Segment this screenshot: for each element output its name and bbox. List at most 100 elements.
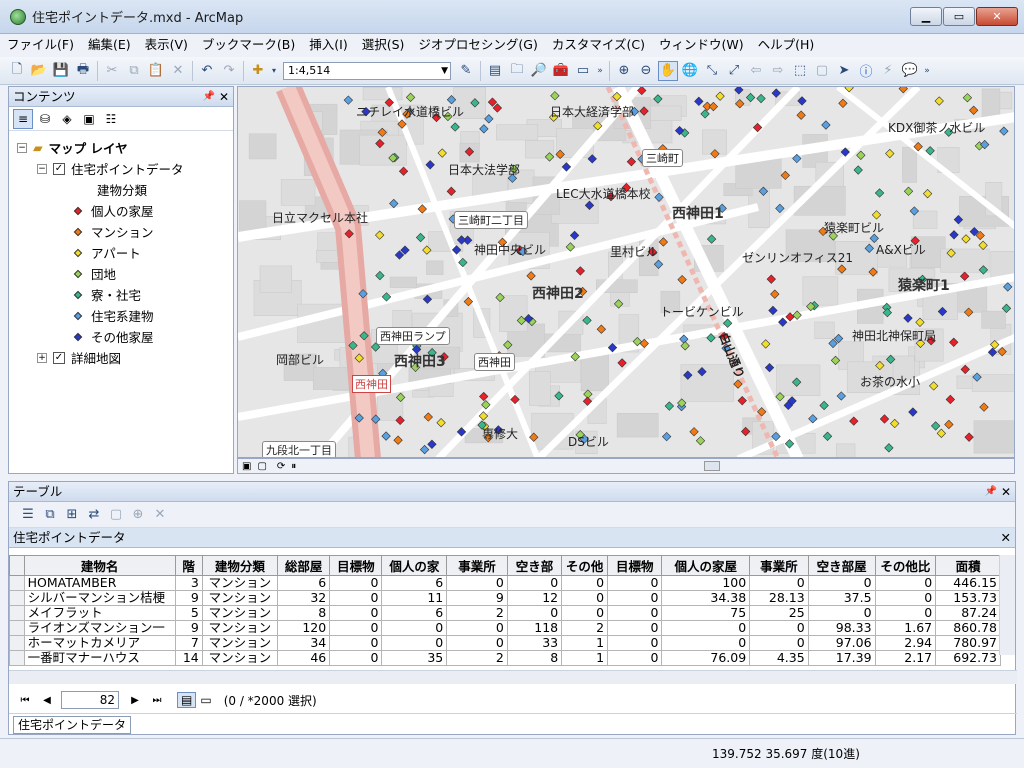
- delete-selected-icon[interactable]: ✕: [150, 505, 170, 525]
- menu-item[interactable]: カスタマイズ(C): [545, 34, 652, 56]
- pause-drawing-icon[interactable]: ⏸: [291, 461, 296, 472]
- menu-item[interactable]: ヘルプ(H): [751, 34, 822, 56]
- previous-record-icon[interactable]: ◀: [39, 695, 55, 706]
- catalog-window-icon[interactable]: 🗀: [507, 61, 527, 81]
- close-button[interactable]: ✕: [976, 7, 1018, 26]
- copy-icon[interactable]: ⧉: [124, 61, 144, 81]
- forward-extent-icon[interactable]: ⇨: [768, 61, 788, 81]
- table-cell[interactable]: 46: [276, 650, 331, 666]
- table-cell[interactable]: 28.13: [749, 590, 809, 606]
- table-cell[interactable]: 0: [329, 590, 383, 606]
- table-cell[interactable]: 8: [276, 605, 331, 621]
- table-options-icon[interactable]: ☰: [18, 505, 38, 525]
- select-features-icon[interactable]: ⬚: [790, 61, 810, 81]
- table-row[interactable]: ライオンズマンション一 9 マンション 120 0 0 0 118 2 0 0 0 98.33 1.67 8…: [9, 620, 1001, 636]
- table-cell[interactable]: 120: [276, 620, 331, 636]
- pan-hand-icon[interactable]: ✋: [658, 60, 678, 81]
- table-cell[interactable]: シルバーマンション桔梗: [23, 590, 176, 606]
- table-cell[interactable]: 0: [381, 635, 448, 651]
- zoom-out-icon[interactable]: ⊖: [636, 61, 656, 81]
- toolbar-overflow-icon[interactable]: »: [595, 61, 605, 81]
- table-cell[interactable]: マンション: [201, 575, 278, 591]
- column-header[interactable]: 総部屋: [276, 555, 331, 576]
- table-cell[interactable]: 25: [749, 605, 809, 621]
- list-by-visibility-icon[interactable]: ◈: [57, 109, 77, 129]
- pin-icon[interactable]: 📌: [203, 87, 215, 107]
- close-icon[interactable]: ✕: [1001, 482, 1011, 502]
- select-elements-arrow-icon[interactable]: ➤: [834, 61, 854, 81]
- print-icon[interactable]: 🖶: [73, 61, 93, 81]
- refresh-icon[interactable]: ⟳: [277, 461, 285, 472]
- table-row[interactable]: 一番町マナーハウス 14 マンション 46 0 35 2 8 1 0 76.09 4.35 17.39 2…: [9, 650, 1001, 666]
- table-cell[interactable]: 87.24: [935, 605, 1001, 621]
- table-cell[interactable]: 6: [276, 575, 331, 591]
- fixed-zoom-in-icon[interactable]: ⤡: [702, 61, 722, 81]
- current-record-input[interactable]: 82: [61, 691, 119, 709]
- table-cell[interactable]: 0: [329, 575, 383, 591]
- row-selector[interactable]: [9, 575, 25, 591]
- maximize-button[interactable]: ▭: [943, 7, 975, 26]
- list-by-drawing-order-icon[interactable]: ≡: [13, 108, 33, 129]
- table-cell[interactable]: 75: [661, 605, 751, 621]
- collapse-icon[interactable]: −: [37, 163, 47, 174]
- table-cell[interactable]: 118: [506, 620, 563, 636]
- table-cell[interactable]: 2: [446, 650, 508, 666]
- python-window-icon[interactable]: ▭: [573, 61, 593, 81]
- vertical-scrollbar[interactable]: [999, 555, 1015, 655]
- redo-icon[interactable]: ↷: [219, 61, 239, 81]
- open-folder-icon[interactable]: 📂: [29, 61, 49, 81]
- list-by-selection-icon[interactable]: ▣: [79, 109, 99, 129]
- related-tables-icon[interactable]: ⧉: [40, 505, 60, 525]
- first-record-icon[interactable]: ⏮: [17, 695, 33, 706]
- table-cell[interactable]: 153.73: [935, 590, 1001, 606]
- toc-options-icon[interactable]: ☷: [101, 109, 121, 129]
- menu-item[interactable]: 選択(S): [355, 34, 412, 56]
- menu-item[interactable]: ジオプロセシング(G): [411, 34, 544, 56]
- table-cell[interactable]: 76.09: [661, 650, 751, 666]
- back-extent-icon[interactable]: ⇦: [746, 61, 766, 81]
- table-cell[interactable]: マンション: [201, 590, 278, 606]
- table-cell[interactable]: ライオンズマンション一: [23, 620, 176, 636]
- table-cell[interactable]: 8: [506, 650, 563, 666]
- table-cell[interactable]: 780.97: [935, 635, 1001, 651]
- toolbar-overflow-icon[interactable]: »: [922, 61, 932, 81]
- search-window-icon[interactable]: 🔎: [529, 61, 549, 81]
- table-cell[interactable]: ホーマットカメリア: [23, 635, 176, 651]
- symbol-class-row[interactable]: 団地: [17, 263, 233, 284]
- column-header[interactable]: 個人の家: [381, 555, 448, 576]
- table-cell[interactable]: 12: [506, 590, 563, 606]
- table-cell[interactable]: 0: [607, 650, 663, 666]
- table-row[interactable]: メイフラット 5 マンション 8 0 6 2 0 0 0 75 25 0 0 87.24: [9, 605, 1001, 621]
- next-record-icon[interactable]: ▶: [127, 695, 143, 706]
- table-cell[interactable]: 37.5: [807, 590, 876, 606]
- table-cell[interactable]: 4.35: [749, 650, 809, 666]
- hyperlink-icon[interactable]: ⚡: [878, 61, 898, 81]
- expand-icon[interactable]: +: [37, 352, 47, 363]
- table-cell[interactable]: 0: [807, 575, 876, 591]
- table-cell[interactable]: HOMATAMBER: [23, 575, 176, 591]
- table-of-contents-icon[interactable]: ▤: [485, 61, 505, 81]
- map-canvas[interactable]: [238, 87, 1015, 458]
- table-cell[interactable]: 0: [874, 590, 937, 606]
- row-selector[interactable]: [9, 635, 25, 651]
- row-selector[interactable]: [9, 605, 25, 621]
- zoom-to-selected-icon[interactable]: ⊕: [128, 505, 148, 525]
- close-icon[interactable]: ✕: [219, 87, 229, 107]
- table-row[interactable]: HOMATAMBER 3 マンション 6 0 6 0 0 0 0 100 0 0 0 446.15: [9, 575, 1001, 591]
- column-header[interactable]: 目標物: [607, 555, 663, 576]
- table-cell[interactable]: 32: [276, 590, 331, 606]
- table-cell[interactable]: 0: [446, 635, 508, 651]
- cut-icon[interactable]: ✂: [102, 61, 122, 81]
- html-popup-icon[interactable]: 💬: [900, 61, 920, 81]
- horizontal-scrollbar-thumb[interactable]: [704, 461, 720, 471]
- row-selector[interactable]: [9, 590, 25, 606]
- table-row[interactable]: ホーマットカメリア 7 マンション 34 0 0 0 33 1 0 0 0 97.06 2.94 780.9…: [9, 635, 1001, 651]
- menu-item[interactable]: 編集(E): [81, 34, 138, 56]
- table-cell[interactable]: 14: [174, 650, 203, 666]
- table-cell[interactable]: 0: [607, 635, 663, 651]
- layer-row[interactable]: + ✓ 詳細地図: [17, 347, 233, 368]
- table-cell[interactable]: 33: [506, 635, 563, 651]
- clear-selection-icon[interactable]: ▢: [106, 505, 126, 525]
- table-cell[interactable]: 0: [561, 605, 609, 621]
- table-cell[interactable]: 1: [561, 635, 609, 651]
